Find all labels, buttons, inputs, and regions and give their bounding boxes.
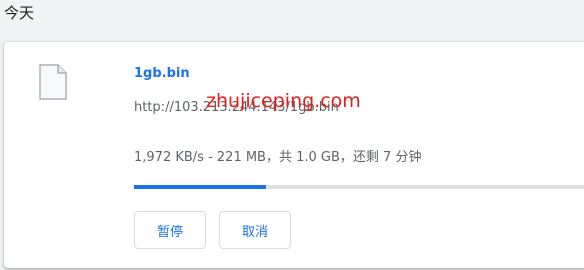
download-item-card: 1gb.bin http://103.213.244.143/1gb.bin 1… — [4, 42, 584, 268]
file-url[interactable]: http://103.213.244.143/1gb.bin — [134, 100, 339, 115]
file-icon — [39, 64, 67, 100]
pause-button[interactable]: 暂停 — [134, 211, 206, 249]
cancel-button[interactable]: 取消 — [219, 211, 291, 249]
file-name-link[interactable]: 1gb.bin — [134, 66, 190, 81]
date-group-header: 今天 — [4, 4, 35, 22]
download-status: 1,972 KB/s - 221 MB，共 1.0 GB，还剩 7 分钟 — [134, 150, 422, 165]
progress-bar — [134, 185, 584, 189]
progress-bar-fill — [134, 185, 266, 189]
